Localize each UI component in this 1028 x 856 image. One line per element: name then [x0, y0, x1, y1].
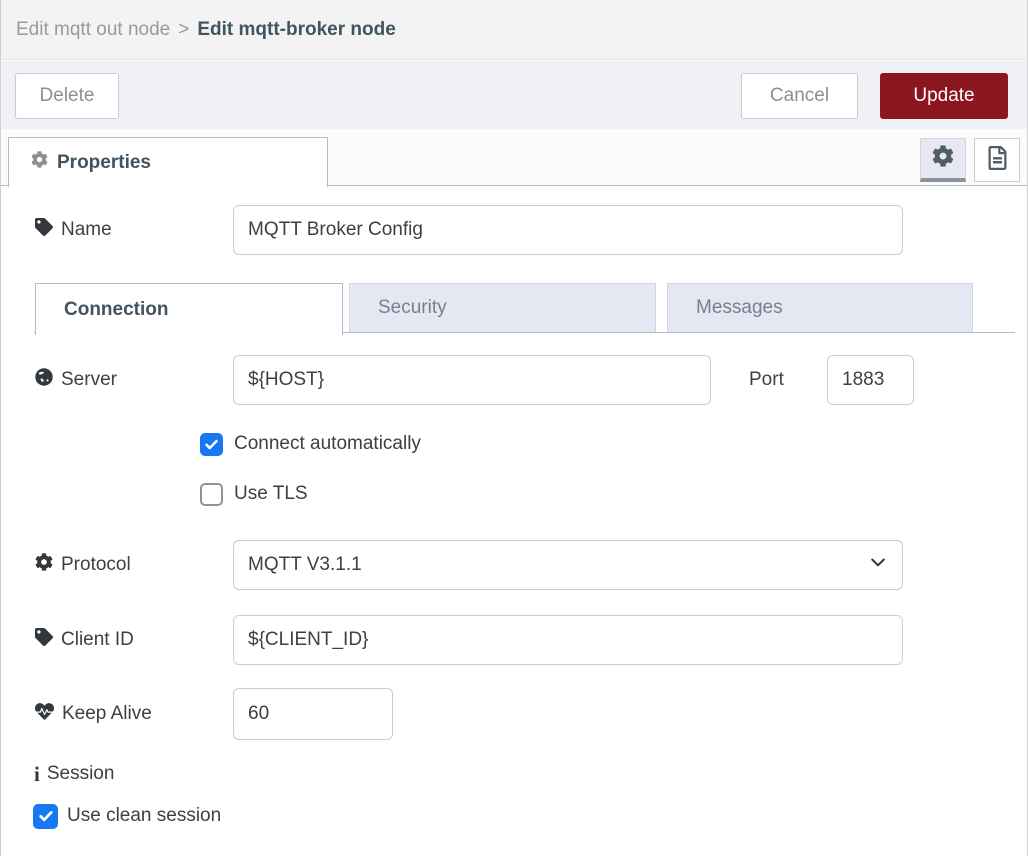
protocol-selected-value: MQTT V3.1.1	[248, 554, 362, 576]
use-tls-row: Use TLS	[200, 476, 308, 512]
port-label: Port	[749, 369, 784, 391]
keep-alive-row: Keep Alive	[35, 688, 152, 740]
name-label: Name	[35, 218, 112, 242]
name-input[interactable]	[233, 205, 903, 255]
edit-mqtt-broker-dialog: Edit mqtt out node > Edit mqtt-broker no…	[0, 0, 1028, 856]
tab-properties[interactable]: Properties	[8, 137, 328, 187]
properties-view-button[interactable]	[920, 138, 966, 182]
tab-connection[interactable]: Connection	[35, 283, 343, 335]
broker-tabbar: Connection Security Messages	[34, 283, 1015, 333]
name-row: Name	[35, 205, 112, 255]
keep-alive-label: Keep Alive	[35, 702, 152, 727]
client-id-label: Client ID	[35, 628, 134, 652]
client-id-input[interactable]	[233, 615, 903, 665]
connect-auto-checkbox[interactable]	[200, 433, 223, 456]
server-row: Server	[35, 355, 117, 405]
check-icon	[38, 808, 54, 824]
description-view-button[interactable]	[974, 138, 1020, 182]
tag-icon	[35, 218, 53, 242]
breadcrumb: Edit mqtt out node > Edit mqtt-broker no…	[1, 0, 1027, 60]
heartbeat-icon	[35, 702, 54, 727]
tab-security[interactable]: Security	[349, 283, 656, 332]
tab-messages-label: Messages	[696, 297, 783, 319]
name-label-text: Name	[61, 219, 112, 241]
connect-auto-label[interactable]: Connect automatically	[234, 433, 421, 455]
editor-tabbar: Properties	[1, 129, 1027, 186]
clean-session-checkbox[interactable]	[33, 804, 58, 829]
protocol-select[interactable]: MQTT V3.1.1	[233, 540, 903, 590]
server-label: Server	[35, 368, 117, 392]
gear-icon	[35, 553, 53, 577]
clean-session-row: Use clean session	[33, 798, 221, 834]
gear-icon	[932, 145, 954, 172]
dialog-toolbar: Delete Cancel Update	[1, 61, 1027, 129]
session-row: i Session	[34, 758, 114, 790]
client-id-label-text: Client ID	[61, 629, 134, 651]
keep-alive-input[interactable]	[233, 688, 393, 740]
use-tls-label[interactable]: Use TLS	[234, 483, 308, 505]
server-input[interactable]	[233, 355, 711, 405]
tag-icon	[35, 628, 53, 652]
use-tls-checkbox[interactable]	[200, 483, 223, 506]
session-label: Session	[47, 763, 115, 785]
breadcrumb-parent[interactable]: Edit mqtt out node	[16, 19, 170, 41]
protocol-row: Protocol	[35, 540, 131, 590]
form-body: Name Connection Security Messages Server	[1, 186, 1027, 856]
info-icon: i	[34, 764, 40, 785]
port-label-wrap: Port	[749, 355, 784, 405]
chevron-down-icon	[868, 552, 888, 578]
tab-connection-label: Connection	[64, 299, 169, 321]
port-input[interactable]	[827, 355, 914, 405]
protocol-label: Protocol	[35, 553, 131, 577]
clean-session-label[interactable]: Use clean session	[67, 805, 221, 827]
gear-icon	[31, 151, 48, 174]
client-id-row: Client ID	[35, 615, 134, 665]
tab-security-label: Security	[378, 297, 447, 319]
server-label-text: Server	[61, 369, 117, 391]
tab-messages[interactable]: Messages	[667, 283, 973, 332]
doc-icon	[988, 146, 1007, 175]
cancel-button[interactable]: Cancel	[741, 73, 858, 119]
tab-properties-label: Properties	[57, 152, 151, 174]
protocol-label-text: Protocol	[61, 554, 131, 576]
keep-alive-label-text: Keep Alive	[62, 703, 152, 725]
breadcrumb-separator: >	[178, 19, 189, 41]
globe-icon	[35, 368, 53, 392]
delete-button[interactable]: Delete	[15, 73, 119, 119]
check-icon	[204, 437, 219, 452]
breadcrumb-current: Edit mqtt-broker node	[197, 19, 395, 41]
update-button[interactable]: Update	[880, 73, 1008, 119]
connect-auto-row: Connect automatically	[200, 426, 421, 462]
